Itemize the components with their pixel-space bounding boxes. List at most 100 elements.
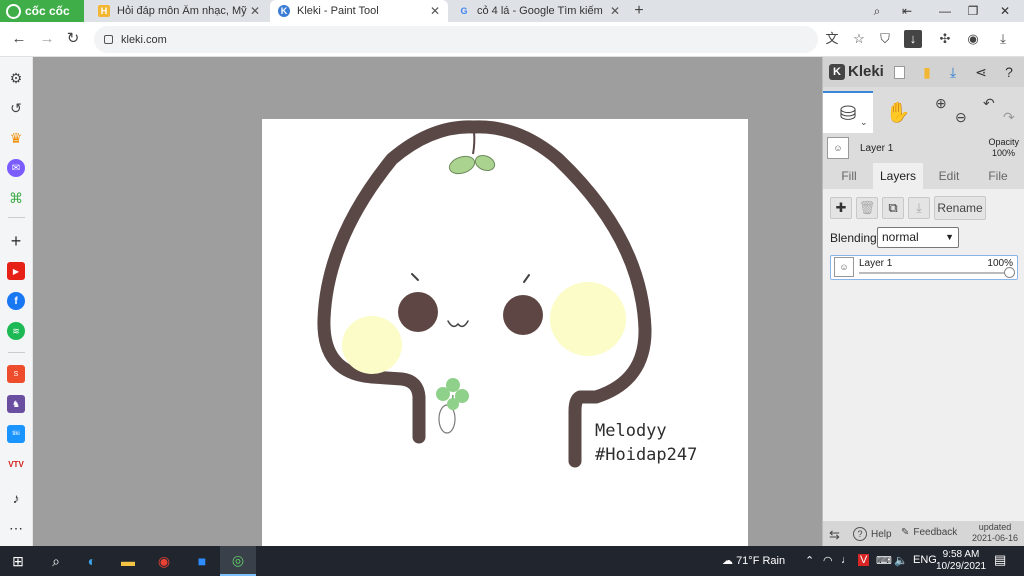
zoom-out-icon[interactable]: ⊖ — [955, 109, 967, 126]
youtube-icon[interactable]: ▶ — [7, 262, 25, 280]
downloads-arrow-icon[interactable]: ⤓ — [994, 30, 1012, 48]
sidebar-divider — [8, 352, 25, 353]
address-bar[interactable]: kleki.com — [94, 26, 818, 53]
notification-center-icon[interactable]: ▤ — [994, 552, 1006, 568]
windows-start-icon[interactable]: ⊞ — [0, 546, 36, 576]
language-indicator[interactable]: ENG — [913, 554, 937, 566]
undo-icon[interactable]: ↶ — [983, 95, 995, 112]
close-tab-icon[interactable]: ✕ — [608, 4, 622, 18]
game-avatar-icon[interactable]: ♞ — [7, 395, 25, 413]
zoom-in-icon[interactable]: ⊕ — [935, 95, 947, 112]
open-folder-icon[interactable]: ▮ — [917, 62, 937, 82]
delete-layer-button[interactable]: 🗑 — [856, 197, 878, 219]
eyebrow-right — [523, 274, 530, 283]
close-window-button[interactable]: ✕ — [990, 0, 1020, 22]
layer-thumbnail-icon: ☺ — [834, 257, 854, 277]
antivirus-icon[interactable]: V — [858, 554, 870, 566]
hand-icon: ✋ — [885, 101, 911, 124]
file-explorer-icon[interactable]: ▬ — [110, 546, 146, 576]
search-icon[interactable]: ⌕ — [38, 546, 74, 576]
chevron-down-icon[interactable]: ⌄ — [860, 117, 868, 128]
notification-bell-icon[interactable]: ♪ — [7, 489, 25, 507]
tab-google[interactable]: G cỏ 4 lá - Google Tìm kiếm ✕ — [450, 0, 628, 22]
fill-bucket-tool[interactable]: ⛁ ⌄ — [823, 91, 873, 133]
forward-button[interactable]: → — [36, 28, 58, 50]
minimize-button[interactable]: — — [930, 0, 960, 22]
history-icon[interactable]: ↺ — [7, 99, 25, 117]
tab-file[interactable]: File — [975, 163, 1021, 189]
extensions-puzzle-icon[interactable]: ✣ — [936, 30, 954, 48]
tab-edit[interactable]: Edit — [927, 163, 971, 189]
back-button[interactable]: ← — [8, 28, 30, 50]
kleki-logo[interactable]: K Kleki — [829, 63, 884, 80]
messenger-icon[interactable]: ✉ — [7, 159, 25, 177]
merge-down-icon: ⤓ — [916, 200, 922, 215]
layer-name: Layer 1 — [859, 258, 893, 269]
crown-icon[interactable]: ♛ — [7, 129, 25, 147]
close-tab-icon[interactable]: ✕ — [428, 4, 442, 18]
volume-icon[interactable]: 🔈 — [894, 554, 908, 567]
wifi-icon[interactable]: ◠ — [823, 554, 833, 567]
show-hidden-icons[interactable]: ⌃ — [805, 554, 814, 567]
minimize-to-bar-icon[interactable]: ⇤ — [892, 0, 922, 22]
new-tab-button[interactable]: + — [630, 2, 648, 20]
download-icon[interactable]: ↓ — [904, 30, 922, 48]
help-circle-icon[interactable]: ? — [999, 62, 1019, 82]
new-image-icon[interactable] — [889, 62, 909, 82]
weather-widget[interactable]: ☁ 71°F Rain — [722, 554, 785, 567]
sidebar-divider — [8, 217, 25, 218]
translate-icon[interactable]: 文 — [823, 30, 841, 48]
tiki-icon[interactable]: tiki — [7, 425, 25, 443]
coccoc-taskbar-icon[interactable]: ◎ — [220, 546, 256, 576]
spotify-icon[interactable]: ≋ — [7, 322, 25, 340]
tab-search-icon[interactable]: ⌕ — [862, 0, 892, 22]
redo-icon[interactable]: ↷ — [1003, 109, 1015, 126]
save-download-icon[interactable]: ⤓ — [943, 62, 963, 82]
blush-left — [342, 316, 402, 374]
tab-fill[interactable]: Fill — [827, 163, 871, 189]
tab-kleki[interactable]: K Kleki - Paint Tool ✕ — [270, 0, 448, 22]
clock[interactable]: 9:58 AM 10/29/2021 — [936, 549, 986, 573]
reload-button[interactable]: ↻ — [62, 28, 84, 50]
rename-layer-button[interactable]: Rename — [934, 196, 986, 220]
share-icon[interactable]: ⋖ — [971, 62, 991, 82]
close-tab-icon[interactable]: ✕ — [248, 4, 262, 18]
help-button[interactable]: ? Help — [853, 527, 892, 541]
updated-label: updated — [978, 522, 1012, 532]
merge-down-button[interactable]: ⤓ — [908, 197, 930, 219]
bookmark-star-icon[interactable]: ☆ — [850, 30, 868, 48]
zoom-app-icon[interactable]: ■ — [184, 546, 220, 576]
shield-icon[interactable]: ⛉ — [876, 30, 894, 48]
add-app-icon[interactable]: + — [7, 231, 25, 251]
gamepad-icon[interactable]: ⌘ — [7, 189, 25, 207]
layer-list-item[interactable]: ☺ Layer 1 100% — [830, 255, 1018, 280]
hand-tool[interactable]: ✋ — [873, 91, 923, 133]
edge-icon[interactable]: ◐ — [74, 546, 110, 576]
tab-layers[interactable]: Layers — [873, 163, 923, 189]
feedback-button[interactable]: ✎ Feedback — [901, 527, 957, 538]
blending-mode-select[interactable]: normal ▼ — [877, 227, 959, 248]
more-dots-icon[interactable]: ⋯ — [7, 519, 25, 537]
opacity-value: 100% — [991, 148, 1015, 158]
feedback-pen-icon: ✎ — [901, 527, 910, 538]
vtv-icon[interactable]: VTV — [7, 455, 25, 473]
shopee-icon[interactable]: S — [7, 365, 25, 383]
duplicate-layer-button[interactable]: ⧉ — [882, 197, 904, 219]
layer-opacity-slider[interactable] — [859, 267, 1015, 278]
network-icon[interactable]: ⌨ — [876, 554, 892, 567]
slider-knob[interactable] — [1004, 267, 1015, 278]
tab-hoidap[interactable]: H Hỏi đáp môn Âm nhạc, Mỹ th ✕ — [90, 0, 268, 22]
swap-sides-button[interactable]: ⇆ — [829, 527, 840, 543]
add-layer-button[interactable]: ✚ — [830, 197, 852, 219]
profile-avatar-icon[interactable]: ◉ — [964, 30, 982, 48]
kleki-brand-label: Kleki — [848, 63, 884, 80]
kleki-canvas-area[interactable]: Melodyy #Hoidap247 — [33, 57, 822, 546]
restore-button[interactable]: ❐ — [958, 0, 988, 22]
facebook-icon[interactable]: f — [7, 292, 25, 310]
chrome-icon[interactable]: ◉ — [146, 546, 182, 576]
coccoc-menu-button[interactable]: cốc cốc — [0, 0, 84, 22]
microphone-icon[interactable]: ♩ — [841, 554, 852, 566]
drawing-canvas[interactable]: Melodyy #Hoidap247 — [262, 119, 748, 546]
sprout-leaf-left — [448, 155, 476, 175]
settings-gear-icon[interactable]: ⚙ — [7, 69, 25, 87]
